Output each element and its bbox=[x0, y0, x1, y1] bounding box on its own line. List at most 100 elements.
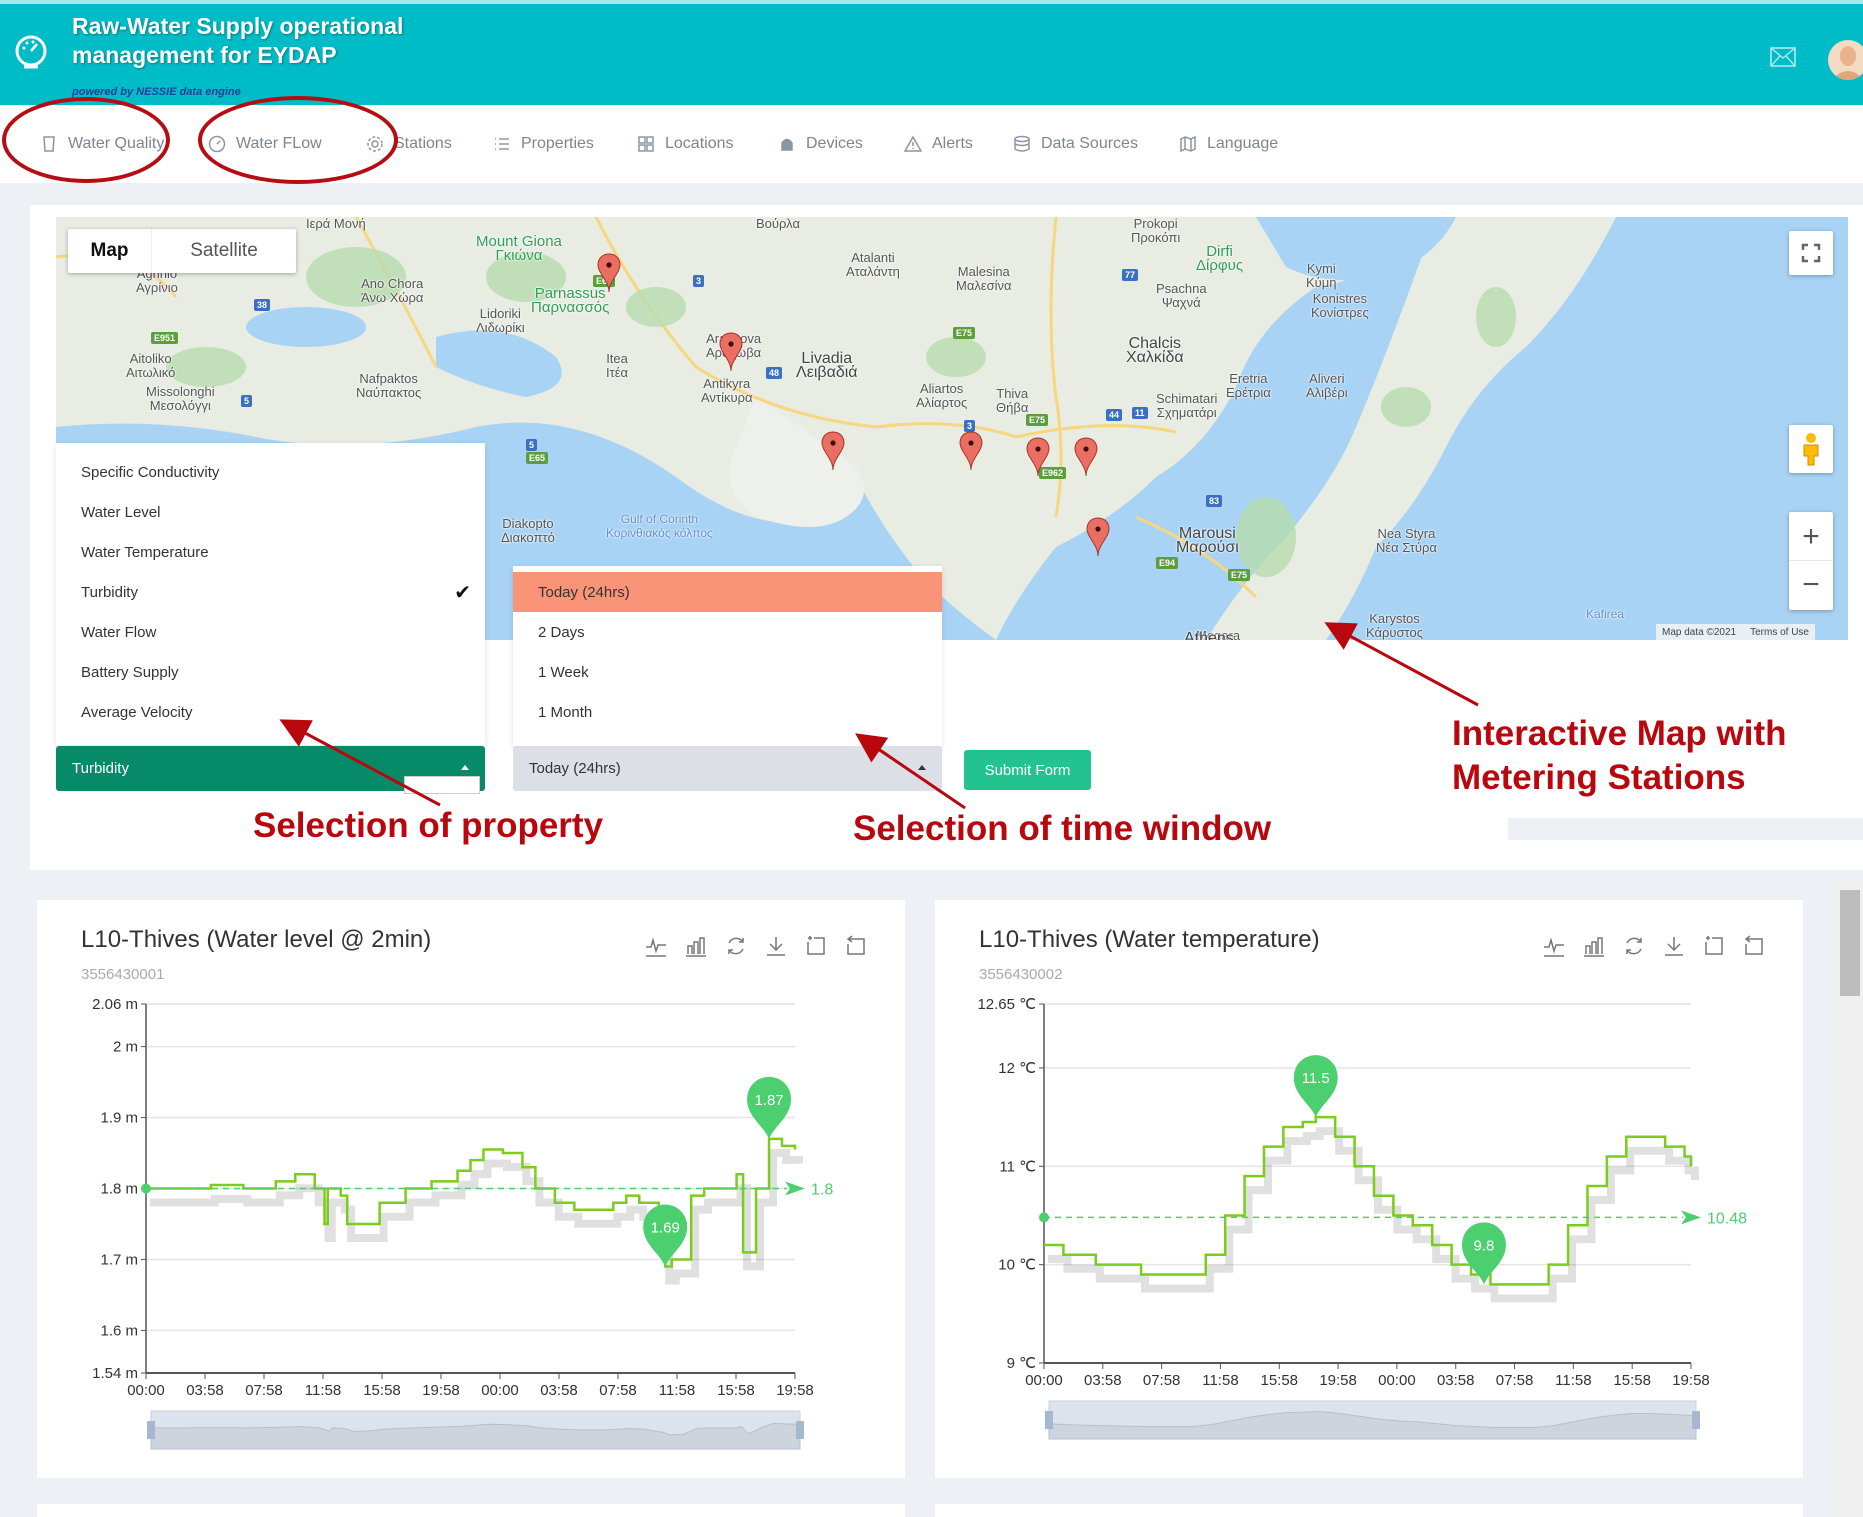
series-shadow bbox=[150, 1148, 803, 1285]
property-option[interactable]: Battery Supply bbox=[56, 652, 485, 692]
nav-item-water-quality[interactable]: Water Quality bbox=[40, 131, 164, 157]
annotation-time-window: Selection of time window bbox=[853, 809, 1272, 848]
station-marker-pin[interactable] bbox=[1086, 517, 1110, 557]
property-option[interactable]: Water Temperature bbox=[56, 532, 485, 572]
property-option[interactable]: Water Level bbox=[56, 492, 485, 532]
map-place-label: Diakopto Διακοπτό bbox=[501, 516, 555, 545]
next-card-left bbox=[37, 1504, 905, 1517]
section-gap bbox=[0, 870, 1863, 900]
map-place-label: Βούρλα bbox=[756, 217, 800, 231]
map-place-label: Konistres Κονίστρες bbox=[1311, 291, 1369, 320]
map-place-label: Karystos Κάρυστος bbox=[1366, 611, 1424, 640]
nav-item-water-flow[interactable]: Water FLow bbox=[208, 131, 322, 157]
x-tick-label: 03:58 bbox=[186, 1382, 224, 1399]
zoom-out-button[interactable]: − bbox=[1789, 561, 1833, 609]
gauge-logo-icon[interactable] bbox=[12, 34, 50, 72]
x-tick-label: 07:58 bbox=[245, 1382, 283, 1399]
map-place-label: Eretria Ερέτρια bbox=[1226, 371, 1271, 400]
property-option[interactable]: Specific Conductivity bbox=[56, 452, 485, 492]
average-line-label: 10.48 bbox=[1707, 1210, 1747, 1227]
map-place-label: Psachna Ψαχνά bbox=[1156, 281, 1207, 310]
nav-item-locations[interactable]: Locations bbox=[637, 131, 734, 157]
scrollbar-thumb[interactable] bbox=[1840, 890, 1860, 996]
map-attribution: Map data ©2021 Terms of Use bbox=[1656, 624, 1815, 640]
station-marker-pin[interactable] bbox=[597, 253, 621, 293]
time-window-select[interactable]: Today (24hrs) bbox=[513, 746, 942, 791]
annotation-property: Selection of property bbox=[253, 806, 604, 845]
terms-of-use-link[interactable]: Terms of Use bbox=[1750, 627, 1809, 638]
y-tick-label: 10 ℃ bbox=[998, 1257, 1036, 1274]
y-tick-label: 2 m bbox=[113, 1039, 138, 1056]
zoom-in-button[interactable]: + bbox=[1789, 513, 1833, 561]
app-title: Raw-Water Supply operational management … bbox=[72, 12, 403, 70]
nav-item-stations[interactable]: Stations bbox=[366, 131, 452, 157]
mail-icon[interactable] bbox=[1770, 47, 1796, 67]
station-marker-pin[interactable] bbox=[959, 431, 983, 471]
y-tick-label: 1.8 m bbox=[100, 1181, 138, 1198]
x-tick-label: 03:58 bbox=[1084, 1372, 1122, 1389]
datazoom-handle bbox=[1045, 1411, 1053, 1429]
road-badge: 38 bbox=[254, 299, 271, 311]
water-temperature-chart[interactable]: 12.65 ℃12 ℃11 ℃10 ℃9 ℃00:00 03:58 07:58 11:… bbox=[935, 900, 1803, 1478]
y-tick-label: 2.06 m bbox=[92, 996, 138, 1013]
user-avatar[interactable] bbox=[1828, 40, 1863, 80]
person-icon bbox=[1832, 46, 1863, 80]
android-icon bbox=[781, 138, 793, 151]
station-marker-pin[interactable] bbox=[719, 332, 743, 372]
road-badge: 5 bbox=[526, 439, 538, 451]
road-badge: E951 bbox=[151, 332, 179, 344]
x-tick-label: 00:00 bbox=[127, 1382, 165, 1399]
submit-form-button[interactable]: Submit Form bbox=[964, 750, 1091, 790]
time-option-active[interactable]: Today (24hrs) bbox=[513, 572, 942, 612]
street-view-pegman[interactable] bbox=[1789, 425, 1833, 473]
fullscreen-button[interactable] bbox=[1789, 231, 1833, 275]
map-book-icon bbox=[1180, 135, 1196, 153]
datazoom-handle bbox=[796, 1421, 804, 1439]
station-marker-pin[interactable] bbox=[1026, 437, 1050, 477]
time-option[interactable]: 1 Month bbox=[513, 692, 942, 732]
x-tick-label: 15:58 bbox=[1260, 1372, 1298, 1389]
map-place-label: Thiva Θήβα bbox=[996, 386, 1029, 415]
property-option[interactable]: Turbidity ✔ bbox=[56, 572, 485, 612]
time-option[interactable]: 2 Days bbox=[513, 612, 942, 652]
property-option[interactable]: Water Flow bbox=[56, 612, 485, 652]
road-badge: E94 bbox=[1156, 557, 1179, 569]
nav-item-language[interactable]: Language bbox=[1179, 131, 1278, 157]
x-tick-label: 11:58 bbox=[659, 1382, 695, 1399]
x-tick-label: 11:58 bbox=[1555, 1372, 1591, 1389]
nav-item-data-sources[interactable]: Data Sources bbox=[1013, 131, 1138, 157]
road-badge: E75 bbox=[1228, 569, 1251, 581]
nav-item-properties[interactable]: Properties bbox=[493, 131, 594, 157]
warning-icon bbox=[904, 135, 922, 152]
water-level-chart[interactable]: 2.06 m2 m1.9 m1.8 m1.7 m1.6 m1.54 m00:00… bbox=[37, 900, 905, 1478]
average-line-start bbox=[1039, 1212, 1049, 1223]
main-nav: Water Quality Water FLow Stations Proper… bbox=[0, 105, 1863, 183]
datazoom-handle bbox=[1692, 1411, 1700, 1429]
nav-item-devices[interactable]: Devices bbox=[778, 131, 863, 157]
station-marker-pin[interactable] bbox=[1074, 437, 1098, 477]
nav-item-alerts[interactable]: Alerts bbox=[904, 131, 973, 157]
property-option[interactable]: Average Velocity bbox=[56, 692, 485, 732]
map-type-satellite-button[interactable]: Satellite bbox=[152, 229, 296, 273]
markpoint-label: 1.87 bbox=[754, 1092, 783, 1109]
pegman-icon bbox=[1803, 433, 1819, 466]
x-tick-label: 03:58 bbox=[1437, 1372, 1475, 1389]
x-tick-label: 19:58 bbox=[776, 1382, 814, 1399]
nav-label: Water FLow bbox=[236, 135, 322, 152]
zoom-controls: + − bbox=[1789, 512, 1833, 610]
road-badge: 83 bbox=[1206, 495, 1223, 507]
y-tick-label: 1.9 m bbox=[100, 1110, 138, 1127]
map-place-label: Aliveri Αλιβέρι bbox=[1306, 371, 1348, 400]
average-line-label: 1.8 bbox=[811, 1182, 833, 1199]
time-option[interactable]: 1 Week bbox=[513, 652, 942, 692]
map-place-label: Kafirea bbox=[1586, 607, 1625, 621]
grid-icon bbox=[638, 136, 654, 152]
road-badge: E75 bbox=[1026, 414, 1049, 426]
station-marker-pin[interactable] bbox=[821, 431, 845, 471]
nav-label: Alerts bbox=[932, 135, 973, 152]
map-type-map-button[interactable]: Map bbox=[68, 229, 152, 273]
y-tick-label: 1.6 m bbox=[100, 1322, 138, 1339]
annotation-map-line2: Metering Stations bbox=[1452, 758, 1746, 797]
x-tick-label: 11:58 bbox=[1202, 1372, 1238, 1389]
caret-up-icon bbox=[918, 765, 926, 770]
